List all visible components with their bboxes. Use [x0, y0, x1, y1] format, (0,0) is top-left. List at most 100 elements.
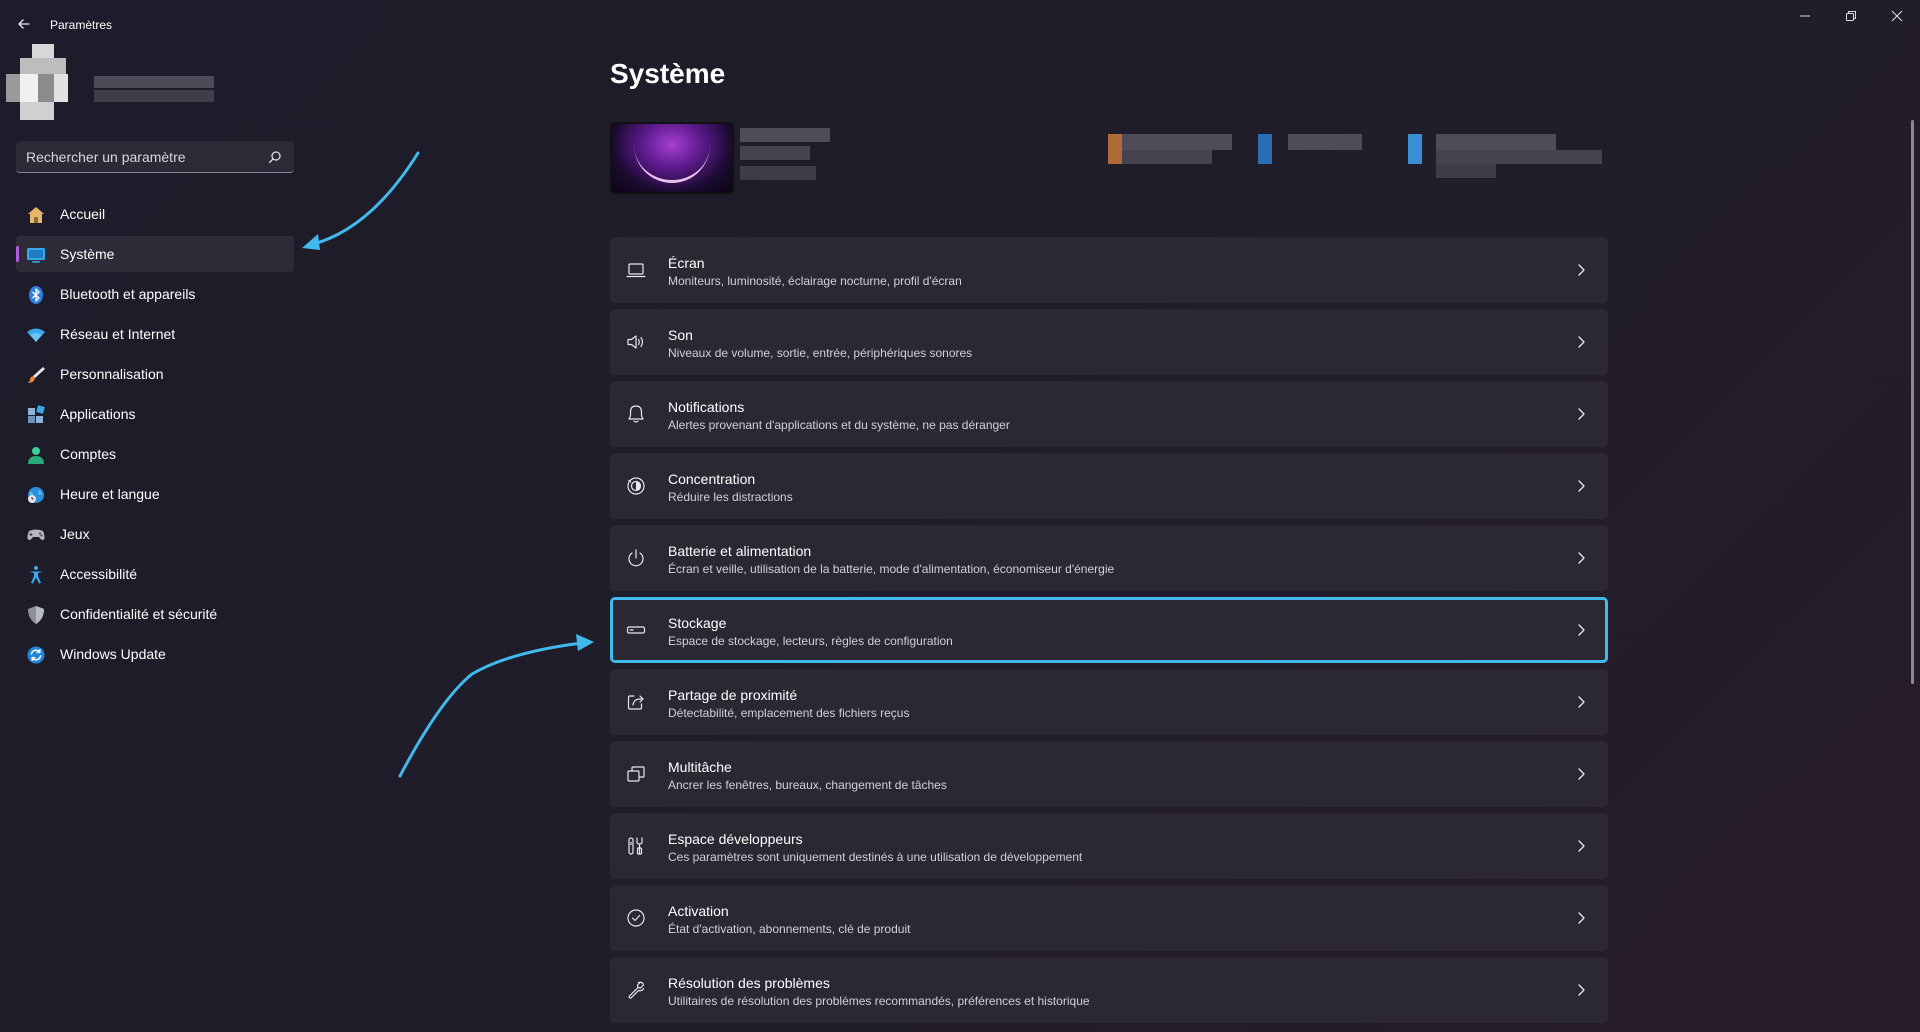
storage-icon [626, 626, 646, 634]
sidebar-item-label: Système [60, 246, 115, 262]
settings-card-concentration[interactable]: Concentration Réduire les distractions [610, 453, 1608, 519]
sidebar-item-label: Windows Update [60, 646, 166, 662]
settings-card-batterie[interactable]: Batterie et alimentation Écran et veille… [610, 525, 1608, 591]
chevron-right-icon [1578, 768, 1585, 780]
wrench-icon [628, 981, 645, 999]
sidebar-item-label: Accessibilité [60, 566, 138, 582]
card-description: Espace de stockage, lecteurs, règles de … [668, 634, 953, 648]
sidebar-item-accueil[interactable]: Accueil [16, 196, 294, 232]
chevron-right-icon [1578, 480, 1585, 492]
chevron-right-icon [1578, 984, 1585, 996]
settings-card-stockage[interactable]: Stockage Espace de stockage, lecteurs, r… [610, 597, 1608, 663]
device-wallpaper-thumbnail [610, 122, 734, 194]
card-title: Partage de proximité [668, 687, 798, 703]
chevron-right-icon [1578, 696, 1585, 708]
sidebar-item-systeme[interactable]: Système [16, 236, 294, 272]
card-title: Son [668, 327, 693, 343]
page-title: Système [610, 58, 726, 89]
sidebar-item-applications[interactable]: Applications [16, 396, 294, 432]
scrollbar-thumb[interactable] [1911, 120, 1914, 684]
card-title: Écran [668, 255, 705, 271]
sidebar-item-label: Heure et langue [60, 486, 160, 502]
settings-card-notifications[interactable]: Notifications Alertes provenant d'applic… [610, 381, 1608, 447]
card-title: Batterie et alimentation [668, 543, 812, 559]
focus-icon [627, 477, 645, 495]
card-description: Écran et veille, utilisation de la batte… [668, 562, 1115, 576]
card-title: Stockage [668, 615, 727, 631]
chevron-right-icon [1578, 912, 1585, 924]
selection-indicator [16, 246, 19, 262]
sidebar-item-confidentialite[interactable]: Confidentialité et sécurité [16, 596, 294, 632]
home-icon [28, 207, 44, 223]
restore-icon [1846, 11, 1856, 21]
card-description: Ancrer les fenêtres, bureaux, changement… [668, 778, 947, 792]
sidebar-item-accessibilite[interactable]: Accessibilité [16, 556, 294, 592]
settings-card-activation[interactable]: Activation État d'activation, abonnement… [610, 885, 1608, 951]
card-title: Notifications [668, 399, 745, 415]
sidebar-item-label: Applications [60, 406, 136, 422]
chevron-right-icon [1578, 552, 1585, 564]
speaker-icon [627, 335, 644, 349]
sidebar-item-label: Jeux [60, 526, 90, 542]
sidebar-item-label: Personnalisation [60, 366, 164, 382]
settings-card-ecran[interactable]: Écran Moniteurs, luminosité, éclairage n… [610, 237, 1608, 303]
settings-card-developpeurs[interactable]: Espace développeurs Ces paramètres sont … [610, 813, 1608, 879]
annotation-arrow-sidebar [302, 151, 420, 250]
card-description: Moniteurs, luminosité, éclairage nocturn… [668, 274, 962, 288]
settings-card-partage[interactable]: Partage de proximité Détectabilité, empl… [610, 669, 1608, 735]
chevron-right-icon [1578, 336, 1585, 348]
card-description: Utilitaires de résolution des problèmes … [668, 994, 1090, 1008]
display-icon [626, 263, 646, 278]
arrow-left-icon [18, 19, 30, 29]
card-title: Activation [668, 903, 729, 919]
card-title: Multitâche [668, 759, 732, 775]
sidebar-item-jeux[interactable]: Jeux [16, 516, 294, 552]
card-description: Réduire les distractions [668, 490, 793, 504]
sidebar-item-reseau[interactable]: Réseau et Internet [16, 316, 294, 352]
sidebar-item-personnalisation[interactable]: Personnalisation [16, 356, 294, 392]
settings-card-son[interactable]: Son Niveaux de volume, sortie, entrée, p… [610, 309, 1608, 375]
search-box[interactable] [16, 141, 294, 173]
search-input[interactable] [26, 147, 256, 167]
close-icon [1891, 10, 1903, 22]
bluetooth-icon [29, 286, 43, 304]
sidebar-item-windows-update[interactable]: Windows Update [16, 636, 294, 672]
wifi-icon [27, 328, 45, 342]
apps-icon [28, 405, 45, 423]
card-title: Espace développeurs [668, 831, 803, 847]
card-description: Ces paramètres sont uniquement destinés … [668, 850, 1083, 864]
update-icon [27, 646, 45, 664]
close-button[interactable] [1874, 0, 1920, 32]
sidebar-item-label: Bluetooth et appareils [60, 286, 196, 302]
person-icon [28, 447, 44, 464]
monitor-icon [27, 248, 45, 263]
annotation-arrow-storage [398, 634, 594, 778]
shield-icon [28, 606, 44, 624]
card-description: Alertes provenant d'applications et du s… [668, 418, 1010, 432]
user-email-blurred [94, 90, 214, 102]
title-bar: Paramètres [0, 0, 1920, 48]
settings-card-resolution[interactable]: Résolution des problèmes Utilitaires de … [610, 957, 1608, 1023]
minimize-button[interactable] [1782, 0, 1828, 32]
sidebar-item-bluetooth[interactable]: Bluetooth et appareils [16, 276, 294, 312]
avatar [6, 44, 82, 120]
user-name-blurred [94, 76, 214, 88]
brush-icon [28, 367, 45, 383]
card-title: Concentration [668, 471, 756, 487]
restore-button[interactable] [1828, 0, 1874, 32]
power-icon [628, 549, 644, 567]
sidebar-item-heure-langue[interactable]: Heure et langue [16, 476, 294, 512]
multitask-icon [627, 766, 645, 782]
app-title: Paramètres [50, 18, 113, 32]
developer-tools-icon [628, 837, 643, 855]
share-icon [627, 695, 644, 710]
settings-card-multitache[interactable]: Multitâche Ancrer les fenêtres, bureaux,… [610, 741, 1608, 807]
back-button[interactable] [12, 12, 36, 36]
sidebar-item-label: Comptes [60, 446, 117, 462]
accessibility-icon [29, 566, 43, 584]
bell-icon [628, 405, 644, 423]
gamepad-icon [27, 529, 45, 540]
sidebar-item-comptes[interactable]: Comptes [16, 436, 294, 472]
search-icon[interactable] [268, 150, 282, 164]
sidebar-item-label: Accueil [60, 206, 106, 222]
